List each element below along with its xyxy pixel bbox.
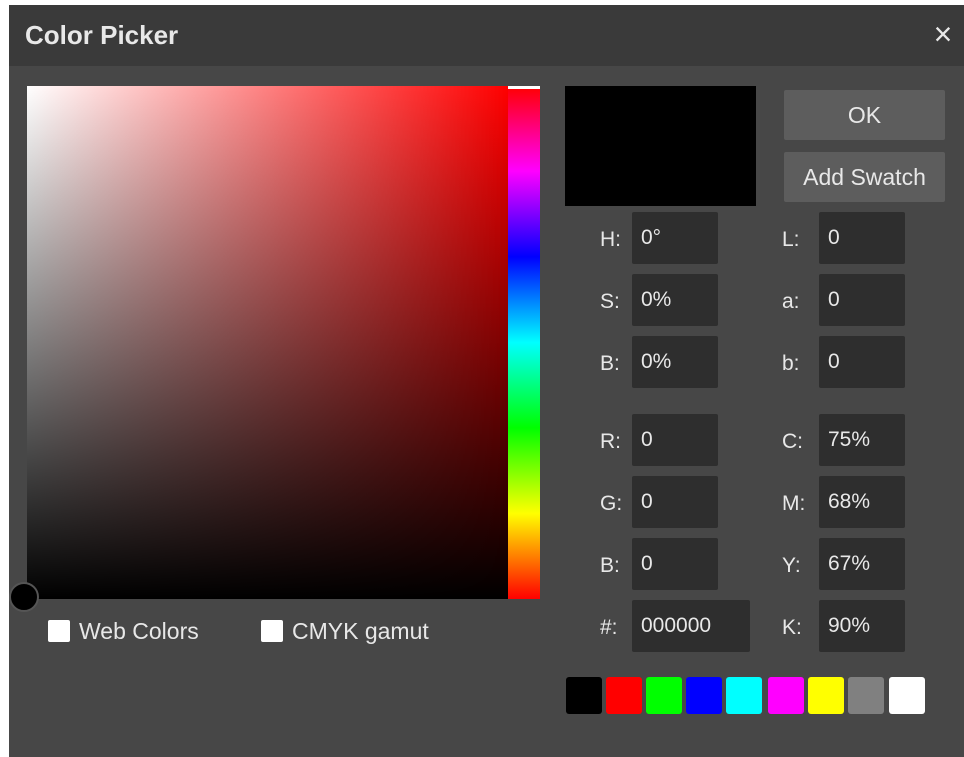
swatch[interactable] [686,677,722,714]
cmyk-gamut-checkbox[interactable] [261,620,283,642]
hex-label: #: [600,616,618,639]
hex-input[interactable]: 000000 [632,600,750,652]
lab-a-label: a: [782,290,800,313]
magenta-input[interactable]: 68% [819,476,905,528]
add-swatch-button[interactable]: Add Swatch [784,152,945,202]
cyan-input[interactable]: 75% [819,414,905,466]
hue-label: H: [600,228,621,251]
web-colors-label: Web Colors [79,617,199,644]
black-key-input[interactable]: 90% [819,600,905,652]
brightness-label: B: [600,352,620,375]
red-label: R: [600,430,621,453]
green-label: G: [600,492,623,515]
swatch[interactable] [566,677,602,714]
cmyk-gamut-label: CMYK gamut [292,617,429,644]
lab-b-label: b: [782,352,800,375]
blue-input[interactable]: 0 [632,538,718,590]
hue-input[interactable]: 0° [632,212,718,264]
green-input[interactable]: 0 [632,476,718,528]
red-input[interactable]: 0 [632,414,718,466]
yellow-label: Y: [782,554,801,577]
color-field-handle[interactable] [9,582,39,612]
brightness-input[interactable]: 0% [632,336,718,388]
dialog-title: Color Picker [25,20,179,50]
cmyk-gamut-option[interactable]: CMYK gamut [261,618,429,644]
saturation-brightness-field[interactable] [27,86,508,599]
magenta-label: M: [782,492,806,515]
swatch[interactable] [889,677,925,714]
swatch[interactable] [646,677,682,714]
black-key-label: K: [782,616,802,639]
saturation-input[interactable]: 0% [632,274,718,326]
swatch[interactable] [768,677,804,714]
ok-button[interactable]: OK [784,90,945,140]
title-bar[interactable]: Color Picker × [9,5,964,66]
yellow-input[interactable]: 67% [819,538,905,590]
color-preview [565,86,756,206]
web-colors-checkbox[interactable] [48,620,70,642]
lab-l-label: L: [782,228,800,251]
close-icon[interactable]: × [926,17,960,51]
swatch[interactable] [606,677,642,714]
lab-a-input[interactable]: 0 [819,274,905,326]
hue-slider[interactable] [508,86,540,599]
web-colors-option[interactable]: Web Colors [48,618,199,644]
blue-label: B: [600,554,620,577]
swatch[interactable] [848,677,884,714]
lab-b-input[interactable]: 0 [819,336,905,388]
hue-slider-marker[interactable] [508,86,540,89]
swatch[interactable] [726,677,762,714]
swatch[interactable] [808,677,844,714]
saturation-label: S: [600,290,620,313]
cyan-label: C: [782,430,803,453]
lab-l-input[interactable]: 0 [819,212,905,264]
